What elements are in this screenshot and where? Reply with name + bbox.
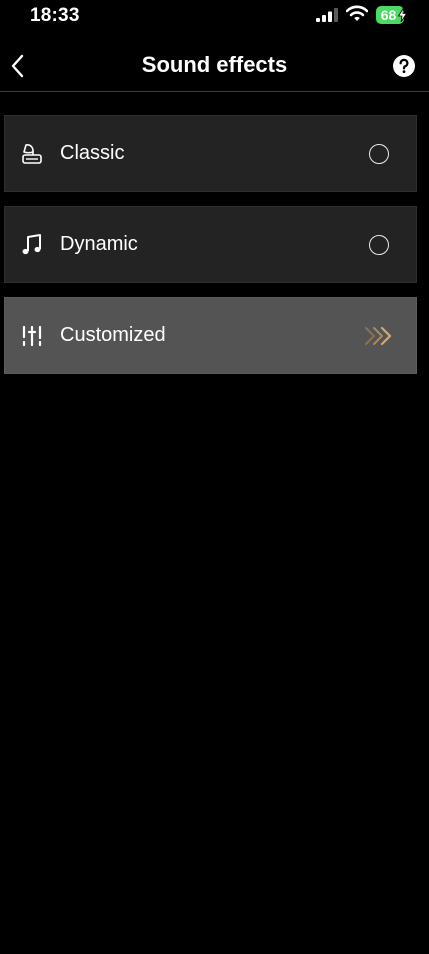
effect-option-classic[interactable]: Classic bbox=[4, 115, 417, 192]
effect-label-customized: Customized bbox=[60, 324, 166, 346]
music-note-icon bbox=[22, 234, 41, 255]
nav-header: Sound effects bbox=[0, 40, 429, 92]
status-bar: 18:33 68 bbox=[0, 0, 429, 32]
question-mark-icon[interactable] bbox=[393, 55, 415, 77]
radio-button-classic[interactable] bbox=[369, 144, 389, 164]
sound-effects-list: Classic Dynamic Customized bbox=[4, 115, 417, 388]
chevrons-right-icon[interactable] bbox=[364, 324, 394, 348]
page-title: Sound effects bbox=[141, 52, 288, 77]
effect-option-customized[interactable]: Customized bbox=[4, 297, 417, 374]
effect-label-classic: Classic bbox=[60, 142, 125, 164]
gramophone-icon bbox=[22, 144, 42, 164]
battery-icon: 68 bbox=[376, 6, 408, 24]
radio-button-dynamic[interactable] bbox=[369, 235, 389, 255]
equalizer-sliders-icon bbox=[22, 325, 42, 347]
charging-bolt-icon bbox=[398, 8, 407, 22]
signal-icon bbox=[316, 8, 338, 22]
status-time: 18:33 bbox=[30, 5, 80, 26]
effect-option-dynamic[interactable]: Dynamic bbox=[4, 206, 417, 283]
wifi-icon bbox=[346, 5, 368, 21]
effect-label-dynamic: Dynamic bbox=[60, 233, 138, 255]
